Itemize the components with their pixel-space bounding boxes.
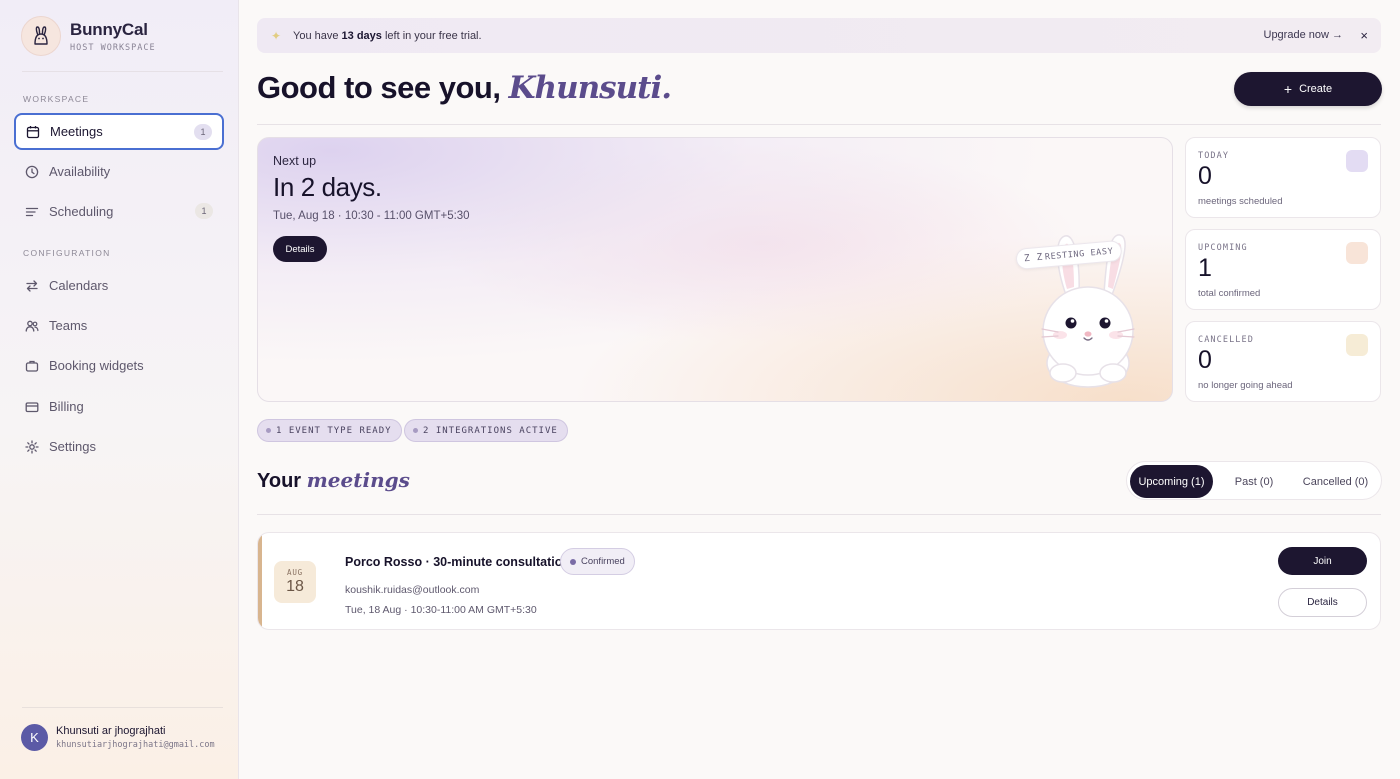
next-up-datetime: Tue, Aug 18 · 10:30 - 11:00 GMT+5:30 <box>273 210 470 222</box>
join-button[interactable]: Join <box>1278 547 1367 575</box>
next-up-card: Next up In 2 days. Tue, Aug 18 · 10:30 -… <box>257 137 1173 402</box>
sidebar-item-settings[interactable]: Settings <box>14 428 224 465</box>
brand-name: BunnyCal <box>70 19 148 39</box>
user-email: khunsutiarjhograjhati@gmail.com <box>56 740 215 750</box>
bunny-status-text: RESTING EASY <box>1044 246 1114 262</box>
stat-description: no longer going ahead <box>1198 380 1293 391</box>
sync-icon <box>25 279 39 293</box>
create-button[interactable]: + Create <box>1234 72 1382 106</box>
stat-card-today: TODAY 0 meetings scheduled <box>1185 137 1381 218</box>
trial-days: 13 days <box>341 29 382 42</box>
list-icon <box>25 205 39 219</box>
stat-card-upcoming: UPCOMING 1 total confirmed <box>1185 229 1381 310</box>
details-button[interactable]: Details <box>273 236 327 262</box>
user-profile[interactable]: K Khunsuti ar jhograjhati khunsutiarjhog… <box>21 724 221 751</box>
sparkle-icon: ✦ <box>271 28 282 43</box>
card-accent <box>258 533 262 629</box>
date-badge: AUG 18 <box>274 561 316 603</box>
sidebar-item-label: Meetings <box>50 124 103 139</box>
sidebar-item-calendars[interactable]: Calendars <box>14 267 224 304</box>
stat-swatch <box>1346 334 1368 356</box>
next-up-label: Next up <box>273 154 317 168</box>
integrations-chip[interactable]: 2 INTEGRATIONS ACTIVE <box>404 419 568 442</box>
plus-icon: + <box>1283 81 1293 97</box>
stat-swatch <box>1346 242 1368 264</box>
trial-banner: ✦ You have 13 days left in your free tri… <box>257 18 1381 53</box>
meeting-time: Tue, 18 Aug · 10:30-11:00 AM GMT+5:30 <box>345 604 537 616</box>
user-first-name: Khunsuti. <box>508 70 672 106</box>
stat-value: 0 <box>1198 162 1212 190</box>
stat-card-cancelled: CANCELLED 0 no longer going ahead <box>1185 321 1381 402</box>
count-badge: 1 <box>195 203 213 219</box>
sidebar-item-scheduling[interactable]: Scheduling 1 <box>14 193 224 230</box>
sidebar-item-label: Calendars <box>49 278 109 293</box>
date-month: AUG <box>287 568 303 577</box>
upgrade-link[interactable]: Upgrade now → <box>1264 29 1344 41</box>
gear-icon <box>25 439 39 454</box>
divider <box>257 514 1381 515</box>
sidebar-item-label: Billing <box>49 399 84 414</box>
tab-past[interactable]: Past (0) <box>1219 465 1289 498</box>
avatar: K <box>21 724 48 751</box>
brand[interactable]: BunnyCal HOST WORKSPACE <box>21 16 156 56</box>
stat-swatch <box>1346 150 1368 172</box>
card-icon <box>25 400 39 414</box>
count-badge: 1 <box>194 124 212 140</box>
stat-description: total confirmed <box>1198 288 1261 299</box>
sidebar-item-teams[interactable]: Teams <box>14 307 224 344</box>
close-icon[interactable]: × <box>1360 28 1368 43</box>
sleep-zz-icon: Z Z <box>1023 251 1044 265</box>
people-icon <box>25 319 39 333</box>
divider <box>22 707 223 708</box>
event-types-chip[interactable]: 1 EVENT TYPE READY <box>257 419 402 442</box>
trial-message: You have 13 days left in your free trial… <box>293 29 482 42</box>
briefcase-icon <box>25 359 39 373</box>
tab-upcoming[interactable]: Upcoming (1) <box>1130 465 1213 498</box>
main-content: ✦ You have 13 days left in your free tri… <box>240 0 1400 779</box>
brand-subtitle: HOST WORKSPACE <box>70 42 156 53</box>
stat-label: UPCOMING <box>1198 243 1248 253</box>
meeting-details-button[interactable]: Details <box>1278 588 1367 617</box>
bunny-logo-icon <box>21 16 61 56</box>
meeting-card[interactable]: AUG 18 Porco Rosso · 30-minute consultat… <box>257 532 1381 630</box>
stat-value: 0 <box>1198 346 1212 374</box>
sidebar-item-label: Availability <box>49 164 111 179</box>
next-up-relative: In 2 days. <box>273 172 382 202</box>
sidebar-item-availability[interactable]: Availability <box>14 153 224 190</box>
stat-value: 1 <box>1198 254 1212 282</box>
divider <box>22 71 223 72</box>
sidebar-item-booking-widgets[interactable]: Booking widgets <box>14 347 224 384</box>
clock-icon <box>25 165 39 179</box>
attendee-email: koushik.ruidas@outlook.com <box>345 584 480 596</box>
sidebar-item-label: Booking widgets <box>49 358 144 373</box>
meetings-tabs: Upcoming (1) Past (0) Cancelled (0) <box>1126 461 1382 500</box>
status-badge: Confirmed <box>560 548 635 575</box>
sidebar-item-label: Teams <box>49 318 88 333</box>
sidebar-item-billing[interactable]: Billing <box>14 388 224 425</box>
divider <box>257 124 1381 125</box>
stat-label: CANCELLED <box>1198 335 1254 345</box>
calendar-icon <box>26 125 40 139</box>
sidebar-item-meetings[interactable]: Meetings 1 <box>14 113 224 150</box>
dot-icon <box>413 428 418 433</box>
sidebar-item-label: Settings <box>49 439 96 454</box>
page-title: Good to see you, Khunsuti. <box>257 70 672 106</box>
tab-cancelled[interactable]: Cancelled (0) <box>1293 465 1378 498</box>
sidebar: BunnyCal HOST WORKSPACE WORKSPACE Meetin… <box>0 0 239 779</box>
meeting-title: Porco Rosso · 30-minute consultation <box>345 555 571 569</box>
dot-icon <box>570 558 576 565</box>
user-name: Khunsuti ar jhograjhati <box>56 725 166 737</box>
dot-icon <box>266 428 271 433</box>
sidebar-item-label: Scheduling <box>49 204 114 219</box>
meetings-heading: Your meetings <box>257 468 410 492</box>
section-label-configuration: CONFIGURATION <box>23 248 111 258</box>
stat-label: TODAY <box>1198 151 1230 161</box>
date-day: 18 <box>286 578 304 595</box>
section-label-workspace: WORKSPACE <box>23 94 90 104</box>
stat-description: meetings scheduled <box>1198 196 1283 207</box>
